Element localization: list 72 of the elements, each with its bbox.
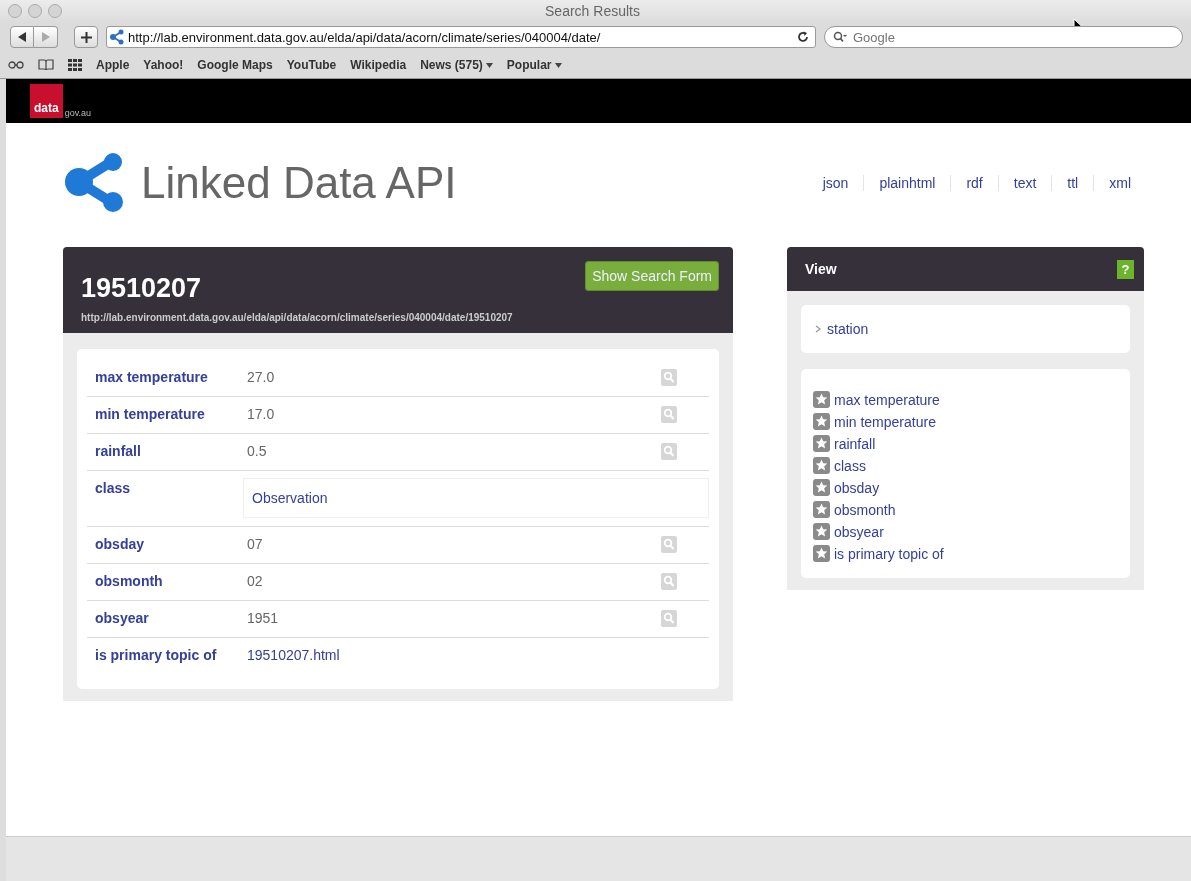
caret-icon[interactable] xyxy=(485,62,493,68)
property-label[interactable]: obsmonth xyxy=(95,573,247,589)
property-link[interactable]: is primary topic of xyxy=(834,545,944,562)
station-link[interactable]: station xyxy=(827,321,869,337)
star-icon[interactable] xyxy=(813,413,830,430)
property-label[interactable]: is primary topic of xyxy=(95,647,247,663)
window-title: Search Results xyxy=(544,3,641,19)
star-icon[interactable] xyxy=(813,457,830,474)
property-link[interactable]: max temperature xyxy=(834,391,940,408)
page-title: Linked Data API xyxy=(141,158,457,208)
resource-title: 19510207 xyxy=(81,273,202,304)
star-icon[interactable] xyxy=(813,501,830,518)
property-label[interactable]: obsyear xyxy=(95,610,247,626)
property-label[interactable]: obsday xyxy=(95,536,247,552)
logo-domain[interactable]: gov.au xyxy=(64,108,92,118)
grid-icon[interactable] xyxy=(68,59,82,71)
property-value: 1951 xyxy=(247,610,280,626)
add-bookmark-button[interactable] xyxy=(74,26,98,48)
star-icon[interactable] xyxy=(813,435,830,452)
star-icon[interactable] xyxy=(813,523,830,540)
reload-icon[interactable] xyxy=(797,31,809,43)
property-label[interactable]: min temperature xyxy=(95,406,247,422)
format-link[interactable]: plainhtml xyxy=(863,175,951,191)
window-button[interactable] xyxy=(8,4,22,18)
bookmark-link[interactable]: Wikipedia xyxy=(350,58,407,72)
left-triangle-icon xyxy=(17,32,27,42)
resource-link[interactable]: Observation xyxy=(252,490,328,506)
logo-mark[interactable]: data xyxy=(30,84,63,118)
format-link[interactable]: json xyxy=(807,175,864,191)
glasses-icon[interactable] xyxy=(8,60,24,70)
search-field[interactable]: Google xyxy=(824,26,1183,48)
bookmark-link[interactable]: YouTube xyxy=(286,58,337,72)
property-link[interactable]: obsyear xyxy=(834,523,884,540)
bookmark-link[interactable]: Yahoo! xyxy=(143,58,184,72)
star-icon[interactable] xyxy=(813,479,830,496)
book-icon[interactable] xyxy=(38,59,54,71)
resource-uri: http://lab.environment.data.gov.au/elda/api/data/acorn/climate/series/040004/date/19510207 xyxy=(81,312,514,323)
bookmark-link[interactable]: Popular xyxy=(506,58,552,72)
window-button[interactable] xyxy=(28,4,42,18)
plus-icon xyxy=(80,31,92,43)
bookmark-link[interactable]: Google Maps xyxy=(197,58,273,72)
property-value: 0.5 xyxy=(247,443,268,459)
panel-title: View xyxy=(805,261,837,277)
resource-link[interactable]: 19510207.html xyxy=(247,647,340,663)
property-label[interactable]: max temperature xyxy=(95,369,247,385)
back-button[interactable] xyxy=(10,26,34,48)
format-link[interactable]: xml xyxy=(1093,175,1146,191)
property-label[interactable]: class xyxy=(95,480,247,496)
property-value: 17.0 xyxy=(247,406,276,422)
address-field[interactable]: http://lab.environment.data.gov.au/elda/api/data/acorn/climate/series/040004/date/ xyxy=(106,26,816,48)
property-link[interactable]: obsday xyxy=(834,479,880,496)
bookmark-link[interactable]: News (575) xyxy=(420,58,483,72)
property-value: 02 xyxy=(247,573,264,589)
property-link[interactable]: obsmonth xyxy=(834,501,896,518)
bookmark-link[interactable]: Apple xyxy=(96,58,130,72)
chevron-icon xyxy=(815,325,821,333)
caret-icon[interactable] xyxy=(554,62,562,68)
search-icon xyxy=(833,31,847,43)
property-link[interactable]: min temperature xyxy=(834,413,936,430)
window-button[interactable] xyxy=(48,4,62,18)
share-nodes-icon xyxy=(109,29,125,45)
star-icon[interactable] xyxy=(813,391,830,408)
property-value: 07 xyxy=(247,536,264,552)
format-link[interactable]: ttl xyxy=(1051,175,1094,191)
property-link[interactable]: rainfall xyxy=(834,435,876,452)
format-link[interactable]: text xyxy=(997,175,1052,191)
format-link[interactable]: rdf xyxy=(950,175,998,191)
star-icon[interactable] xyxy=(813,545,830,562)
right-triangle-icon xyxy=(41,32,50,42)
property-value: 27.0 xyxy=(247,369,276,385)
property-label[interactable]: rainfall xyxy=(95,443,247,459)
property-link[interactable]: class xyxy=(834,457,866,474)
